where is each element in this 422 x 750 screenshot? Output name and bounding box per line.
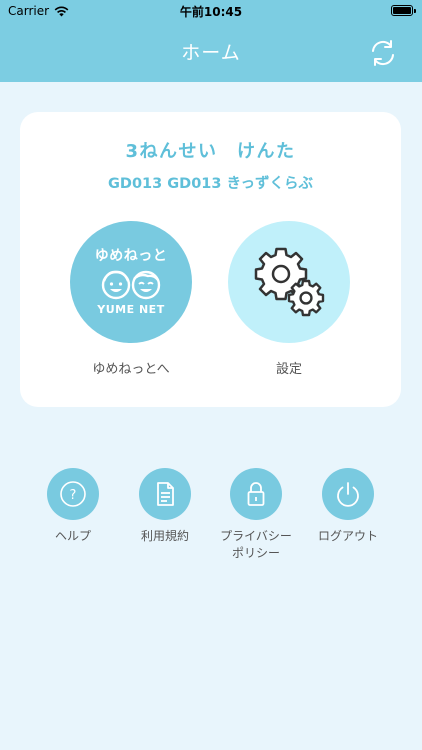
document-icon [157,482,174,506]
yume-net-logo: ゆめねっと YUME NET [70,221,192,343]
power-icon [337,482,359,507]
yume-logo-title: ゆめねっと [94,248,168,264]
refresh-icon [372,40,394,66]
status-bar: Carrier 午前10:45 [0,0,422,22]
yume-net-label: ゆめねっとへ [92,362,170,377]
svg-text:?: ? [70,488,77,503]
student-card: 3ねんせい けんた GD013 GD013 きっずくらぶ ゆめねっと YUME … [20,112,401,407]
help-button[interactable]: ? ヘルプ [25,468,121,545]
terms-button[interactable]: 利用規約 [117,468,213,545]
gears-icon [254,247,325,317]
yume-logo-text: YUME NET [97,303,165,316]
help-circle: ? [47,468,99,520]
page-title: ホーム [181,42,241,64]
privacy-policy-button[interactable]: プライバシー ポリシー [208,468,304,562]
class-name: GD013 GD013 きっずくらぶ [108,176,313,192]
help-label: ヘルプ [54,529,91,543]
student-name: 3ねんせい けんた [125,141,296,162]
battery-icon [391,5,416,16]
logout-button[interactable]: ログアウト [300,468,396,545]
settings-button[interactable] [228,221,350,343]
header-bar: Carrier 午前10:45 ホーム [0,0,422,82]
refresh-button[interactable] [366,36,400,70]
settings-label: 設定 [275,362,302,377]
privacy-policy-label: プライバシー ポリシー [220,529,292,560]
status-time: 午前10:45 [179,5,243,19]
lock-icon [247,482,265,506]
kids-faces-icon [101,270,161,300]
help-icon: ? [60,481,86,507]
yume-net-button[interactable]: ゆめねっと YUME NET [70,221,192,343]
terms-label: 利用規約 [140,529,189,543]
logout-label: ログアウト [317,529,378,543]
terms-circle [139,468,191,520]
privacy-circle [230,468,282,520]
logout-circle [322,468,374,520]
